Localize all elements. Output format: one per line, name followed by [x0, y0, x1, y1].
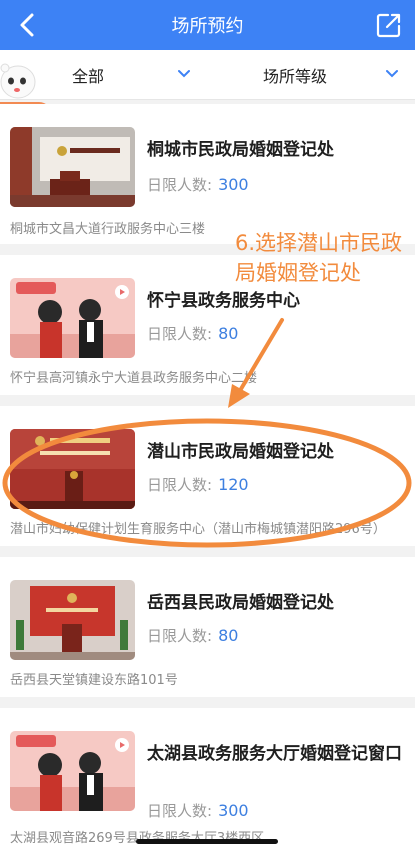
chevron-down-icon[interactable]	[178, 69, 190, 79]
limit-label: 日限人数:	[147, 325, 213, 343]
venue-name: 太湖县政务服务大厅婚姻登记窗口	[147, 744, 402, 764]
filter-bar: 全部 场所等级	[0, 50, 415, 100]
venue-address: 桐城市文昌大道行政服务中心三楼	[10, 222, 206, 237]
filter-level-label: 场所等级	[263, 67, 328, 86]
daily-limit: 日限人数: 80	[147, 323, 238, 344]
venue-photo	[10, 731, 135, 811]
chevron-down-icon[interactable]	[386, 69, 398, 79]
venue-photo	[10, 278, 135, 358]
filter-all-dropdown[interactable]: 全部	[72, 50, 104, 100]
limit-value: 300	[218, 175, 249, 194]
venue-booking-screen: 场所预约 全部 场所等级 返回	[0, 0, 415, 845]
venue-card[interactable]: 桐城市民政局婚姻登记处 日限人数: 300 桐城市文昌大道行政服务中心三楼	[0, 104, 415, 244]
venue-name: 桐城市民政局婚姻登记处	[147, 140, 334, 160]
limit-label: 日限人数:	[147, 627, 213, 645]
chevron-left-icon[interactable]	[12, 9, 44, 41]
daily-limit: 日限人数: 80	[147, 625, 238, 646]
tutorial-annotation: 6.选择潜山市民政局婚姻登记处	[235, 231, 403, 285]
venue-address: 怀宁县高河镇永宁大道县政务服务中心二楼	[10, 371, 258, 386]
mascot-icon[interactable]	[0, 58, 40, 102]
venue-photo	[10, 429, 135, 509]
venue-name: 岳西县民政局婚姻登记处	[147, 593, 334, 613]
filter-level-dropdown[interactable]: 场所等级	[263, 50, 327, 100]
venue-address: 潜山市妇幼保健计划生育服务中心（潜山市梅城镇潜阳路296号）	[10, 522, 386, 537]
venue-name: 怀宁县政务服务中心	[147, 291, 300, 311]
venue-card[interactable]: 潜山市民政局婚姻登记处 日限人数: 120 潜山市妇幼保健计划生育服务中心（潜山市…	[0, 406, 415, 546]
limit-label: 日限人数:	[147, 802, 213, 820]
venue-name: 潜山市民政局婚姻登记处	[147, 442, 334, 462]
venue-card[interactable]: 岳西县民政局婚姻登记处 日限人数: 80 岳西县天堂镇建设东路101号	[0, 557, 415, 697]
limit-value: 300	[218, 801, 249, 820]
page-title: 场所预约	[171, 16, 244, 37]
share-icon[interactable]	[375, 11, 403, 39]
daily-limit: 日限人数: 120	[147, 474, 249, 495]
filter-all-label: 全部	[72, 67, 105, 86]
limit-value: 80	[218, 626, 239, 645]
daily-limit: 日限人数: 300	[147, 800, 249, 821]
limit-value: 80	[218, 324, 239, 343]
venue-photo	[10, 580, 135, 660]
limit-value: 120	[218, 475, 249, 494]
daily-limit: 日限人数: 300	[147, 174, 249, 195]
limit-label: 日限人数:	[147, 476, 213, 494]
nav-bar: 场所预约	[0, 0, 415, 50]
home-indicator	[136, 839, 278, 844]
venue-address: 岳西县天堂镇建设东路101号	[10, 673, 178, 688]
venue-card[interactable]: 太湖县政务服务大厅婚姻登记窗口 日限人数: 300 太湖县观音路269号县政务服务…	[0, 708, 415, 845]
venue-photo	[10, 127, 135, 207]
limit-label: 日限人数:	[147, 176, 213, 194]
